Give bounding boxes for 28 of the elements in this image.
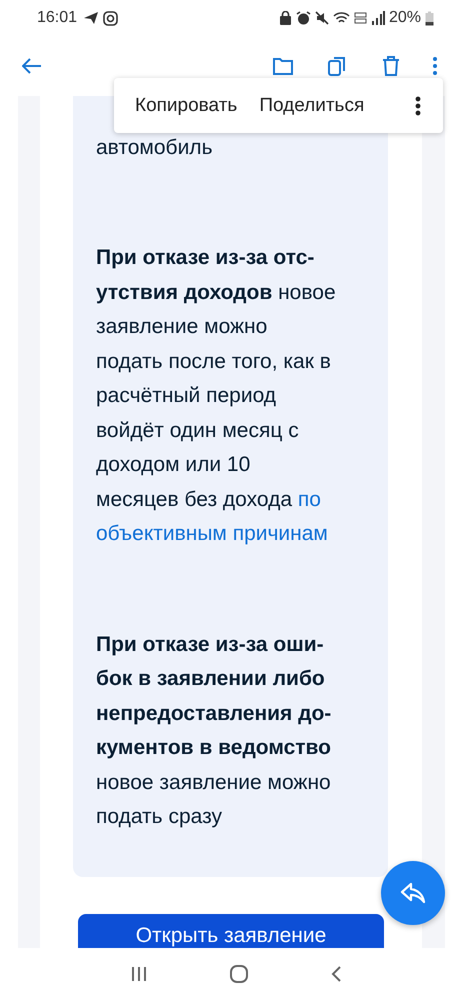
mute-icon [314, 11, 329, 25]
battery-icon [425, 10, 434, 26]
reply-arrow-icon [400, 882, 426, 904]
lock-icon [278, 11, 292, 25]
open-application-button[interactable]: Открыть заявление [78, 914, 384, 948]
wifi-icon [332, 11, 350, 25]
more-icon[interactable] [415, 94, 421, 116]
signal-icon [370, 11, 385, 25]
status-time: 16:01 [37, 9, 78, 27]
battery-percent: 20% [388, 9, 421, 27]
link[interactable]: по [298, 488, 321, 510]
camera-icon [103, 10, 118, 26]
back-icon[interactable] [330, 965, 342, 983]
alarm-icon [296, 10, 311, 26]
paragraph: автомобиль [96, 134, 214, 160]
trash-icon[interactable] [380, 55, 402, 77]
paragraph: При отказе из-за оши- бок в заявлении либо непредоставления до- кументов в ведомство новое заявление можно подать сразу [96, 632, 332, 830]
paragraph: При отказе из-за отс- утствия доходов новое заявление можно подать после того, как в расчётный период войдёт один месяц с доходом или 10 месяцев без дохода по объективным причинам [96, 245, 337, 547]
link[interactable]: объективным причинам [96, 522, 328, 545]
send-icon [83, 11, 100, 25]
recent-apps-icon[interactable] [130, 965, 148, 983]
home-icon[interactable] [228, 964, 249, 984]
menu-item[interactable]: Поделиться [259, 94, 364, 116]
back-arrow-icon[interactable] [22, 58, 42, 74]
copy-icon[interactable] [326, 55, 348, 77]
folder-icon[interactable] [272, 55, 294, 77]
menu-item[interactable]: Копировать [135, 94, 238, 116]
network-icon [354, 11, 367, 25]
